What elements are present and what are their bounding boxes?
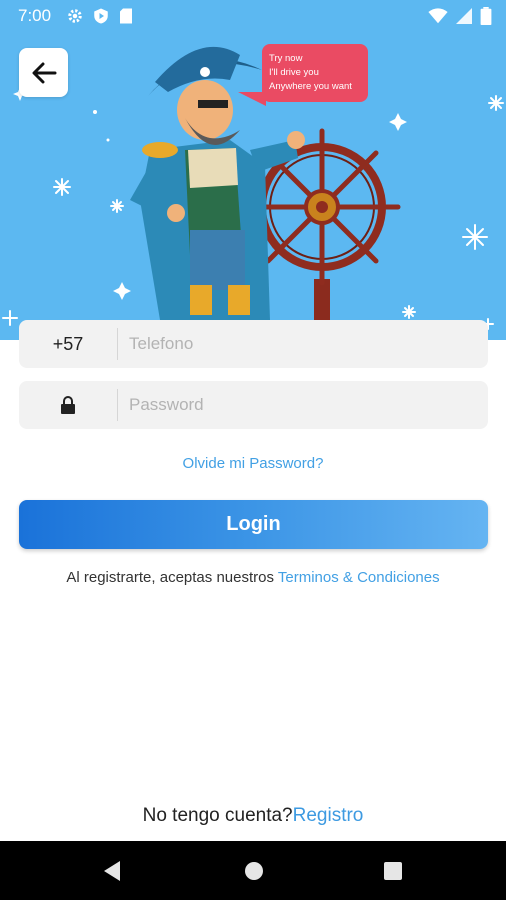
password-prefix	[19, 381, 117, 429]
phone-input[interactable]	[129, 320, 479, 368]
speech-bubble-tail	[238, 92, 266, 106]
sd-card-icon	[120, 8, 132, 24]
terms-prefix: Al registrarte, aceptas nuestros	[66, 569, 278, 586]
field-divider	[117, 389, 118, 421]
back-button[interactable]	[19, 48, 68, 97]
lock-icon	[61, 396, 75, 414]
forgot-password-link[interactable]: Olvide mi Password?	[0, 455, 506, 472]
system-nav-bar	[0, 841, 506, 900]
battery-icon	[480, 7, 492, 25]
country-code-prefix[interactable]: +57	[19, 320, 117, 368]
field-divider	[117, 328, 118, 360]
terms-text: Al registrarte, aceptas nuestros Termino…	[0, 569, 506, 586]
bubble-line: I'll drive you	[269, 67, 319, 78]
bubble-line: Try now	[269, 53, 303, 64]
home-circle-icon[interactable]	[243, 860, 265, 882]
terms-link[interactable]: Terminos & Condiciones	[278, 569, 440, 586]
pirate-captain-illustration	[130, 46, 401, 339]
shield-icon	[94, 8, 108, 24]
register-link[interactable]: Registro	[293, 805, 364, 826]
signal-icon	[456, 8, 472, 24]
back-triangle-icon[interactable]	[100, 859, 124, 883]
bubble-line: Anywhere you want	[269, 81, 352, 92]
password-input[interactable]	[129, 381, 479, 429]
wifi-icon	[428, 8, 448, 24]
arrow-left-icon	[32, 62, 56, 83]
phone-field[interactable]: +57	[19, 320, 488, 368]
status-bar: 7:00	[0, 0, 506, 32]
settings-icon	[68, 9, 82, 23]
status-time: 7:00	[18, 6, 52, 25]
speech-bubble-text: Try now I'll drive you Anywhere you want	[269, 52, 352, 94]
register-prompt: No tengo cuenta?Registro	[0, 805, 506, 827]
recents-square-icon[interactable]	[383, 861, 403, 881]
no-account-text: No tengo cuenta?	[142, 805, 293, 826]
hero-banner: Try now I'll drive you Anywhere you want	[0, 0, 506, 340]
password-field[interactable]	[19, 381, 488, 429]
login-button[interactable]: Login	[19, 500, 488, 549]
